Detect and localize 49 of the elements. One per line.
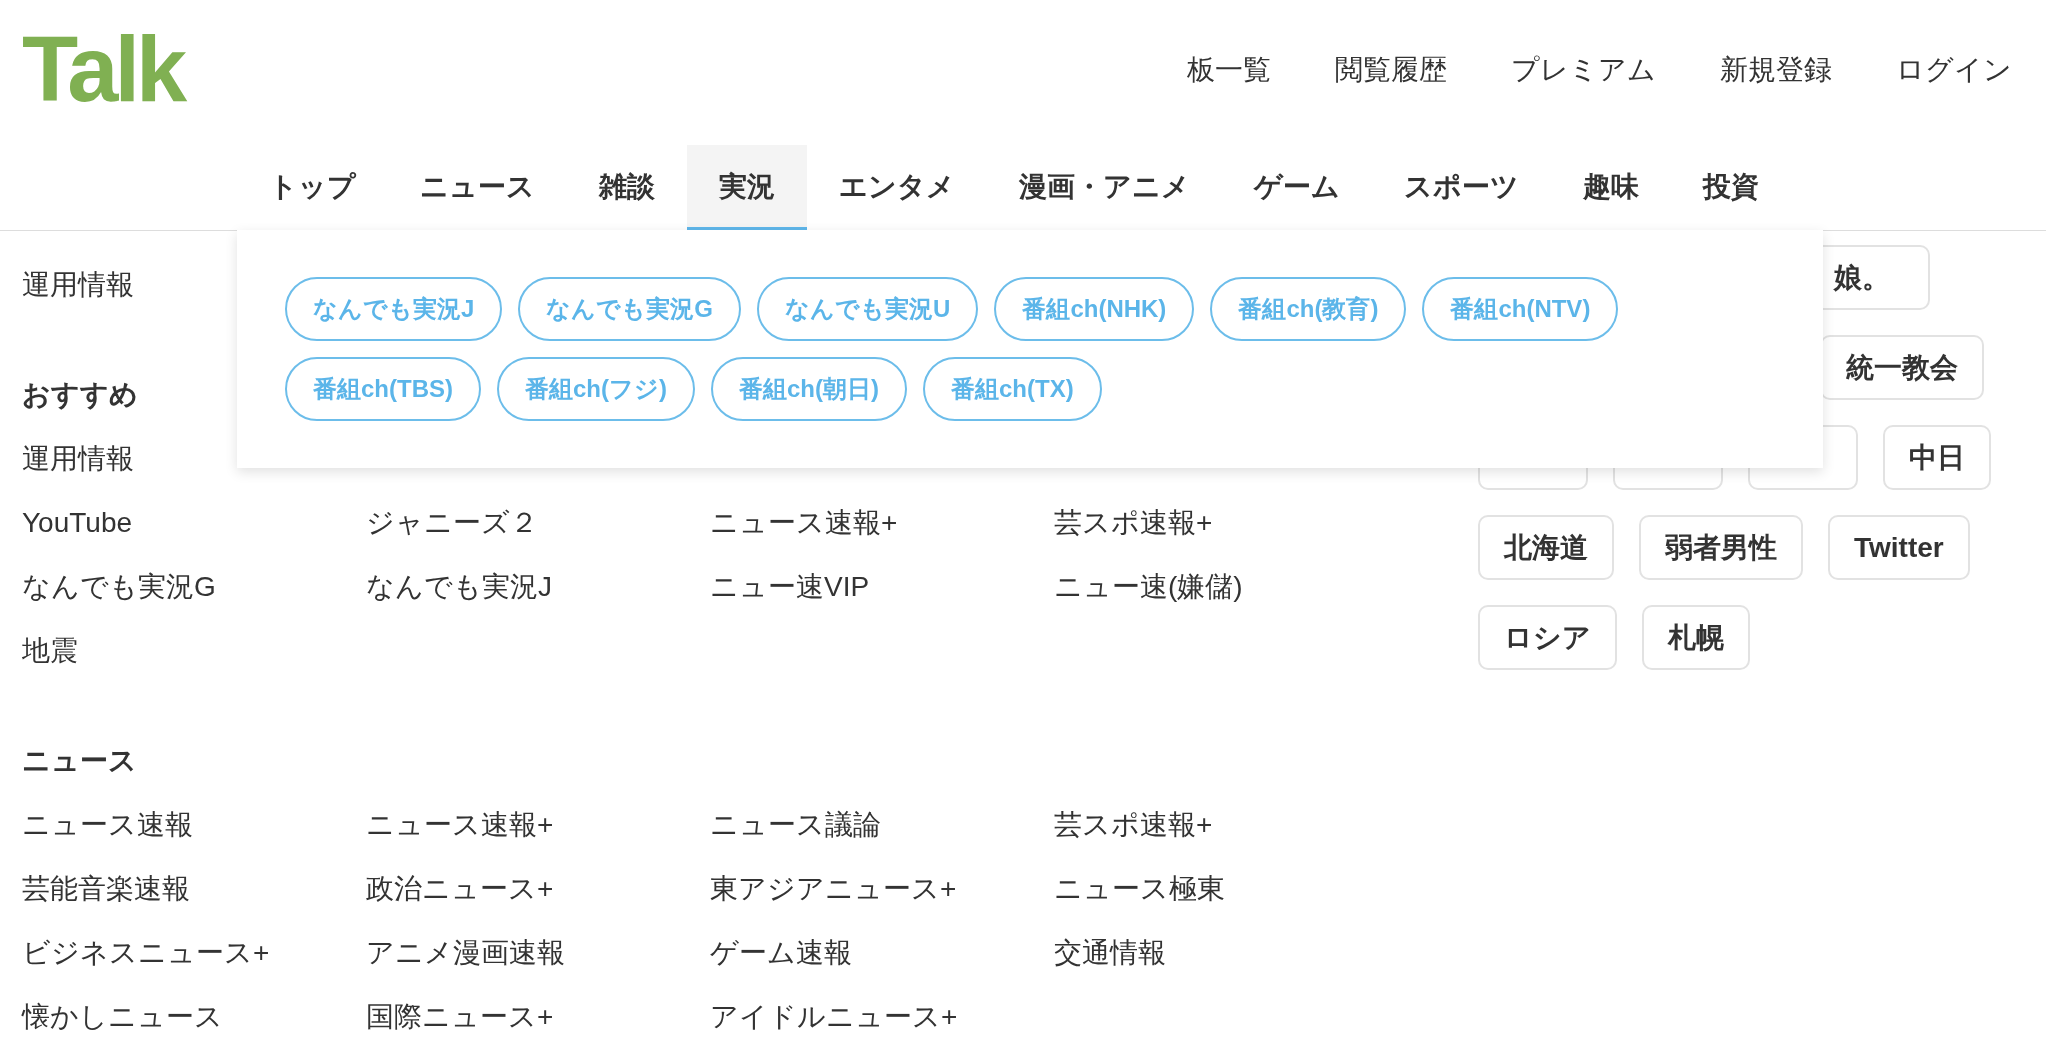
tag-chip[interactable]: ロシア xyxy=(1478,605,1617,670)
board-link[interactable]: アニメ漫画速報 xyxy=(366,932,565,974)
top-nav-link[interactable]: ログイン xyxy=(1896,48,2012,91)
board-link[interactable]: ニュース極東 xyxy=(1054,868,1225,910)
board-link[interactable]: アイドルニュース+ xyxy=(710,996,958,1038)
board-link[interactable]: 芸スポ速報+ xyxy=(1054,502,1213,544)
category-tab[interactable]: トップ xyxy=(237,145,388,231)
tag-chip[interactable]: 北海道 xyxy=(1478,515,1614,580)
board-link[interactable]: ニュース速報+ xyxy=(366,804,554,846)
category-tab[interactable]: 趣味 xyxy=(1551,145,1671,231)
board-link[interactable]: ニュース速報 xyxy=(22,804,193,846)
board-link[interactable]: 東アジアニュース+ xyxy=(710,868,957,910)
board-link[interactable]: 芸スポ速報+ xyxy=(1054,804,1213,846)
top-nav-link[interactable]: プレミアム xyxy=(1511,48,1656,91)
board-link[interactable]: YouTube xyxy=(22,502,133,544)
board-link[interactable]: ジャニーズ２ xyxy=(366,502,538,544)
board-link[interactable]: 運用情報 xyxy=(22,264,134,306)
board-link[interactable]: ゲーム速報 xyxy=(710,932,852,974)
board-link[interactable]: 地震 xyxy=(22,630,78,672)
board-link[interactable]: 懐かしニュース xyxy=(22,996,223,1038)
category-tab[interactable]: 投資 xyxy=(1671,145,1791,231)
top-nav-link[interactable]: 閲覧履歴 xyxy=(1335,48,1447,91)
board-link[interactable]: ニュース議論 xyxy=(710,804,881,846)
board-link[interactable]: 運用情報 xyxy=(22,438,134,480)
category-tab[interactable]: エンタメ xyxy=(807,145,987,231)
tag-chip[interactable]: 中日 xyxy=(1883,425,1991,490)
board-link[interactable]: 国際ニュース+ xyxy=(366,996,554,1038)
board-link[interactable]: ニュース速報+ xyxy=(710,502,898,544)
board-link[interactable]: ビジネスニュース+ xyxy=(22,932,270,974)
board-link[interactable]: 交通情報 xyxy=(1054,932,1166,974)
tag-chip[interactable]: 札幌 xyxy=(1642,605,1750,670)
board-link[interactable]: なんでも実況G xyxy=(22,566,216,608)
category-tab[interactable]: 雑談 xyxy=(567,145,687,231)
board-link[interactable]: 芸能音楽速報 xyxy=(22,868,190,910)
category-tab[interactable]: 漫画・アニメ xyxy=(987,145,1222,231)
category-tab[interactable]: ニュース xyxy=(388,145,567,231)
tag-chip[interactable]: 弱者男性 xyxy=(1639,515,1803,580)
top-nav-link[interactable]: 板一覧 xyxy=(1187,48,1271,91)
section-heading: ニュース xyxy=(22,744,137,778)
section-heading: おすすめ xyxy=(22,378,138,412)
category-tab[interactable]: ゲーム xyxy=(1222,145,1372,231)
board-link[interactable]: 政治ニュース+ xyxy=(366,868,554,910)
board-link[interactable]: ニュー速(嫌儲) xyxy=(1054,566,1243,608)
top-nav-link[interactable]: 新規登録 xyxy=(1720,48,1832,91)
tag-chip[interactable]: Twitter xyxy=(1828,515,1970,580)
board-link[interactable]: なんでも実況J xyxy=(366,566,552,608)
category-tab[interactable]: スポーツ xyxy=(1372,145,1551,231)
category-tab[interactable]: 実況 xyxy=(687,145,807,231)
board-link[interactable]: ニュー速VIP xyxy=(710,566,870,608)
